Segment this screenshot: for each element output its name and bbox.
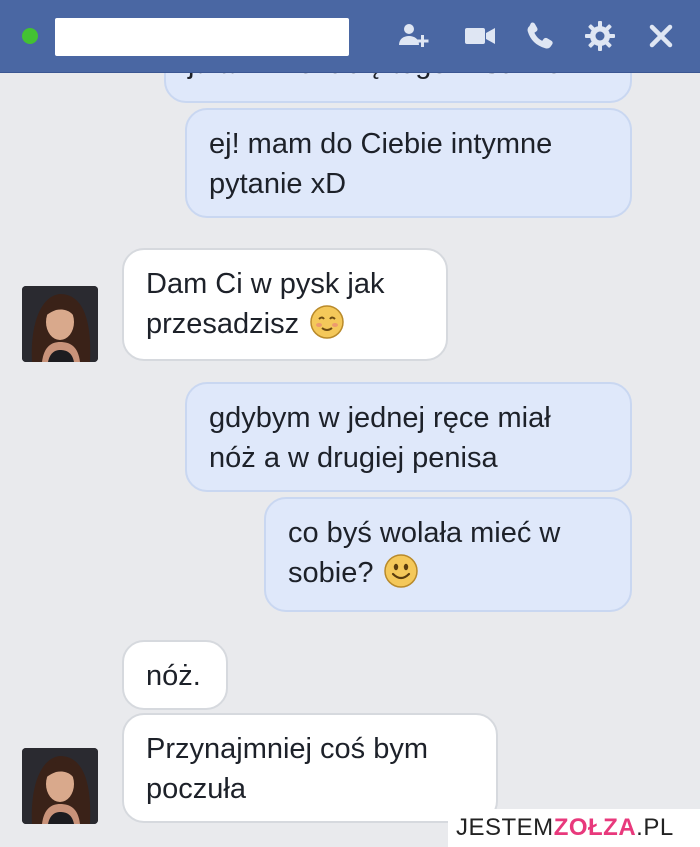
message-bubble-incoming[interactable]: Dam Ci w pysk jak przesadzisz [122,248,448,361]
message-bubble-outgoing[interactable]: gdybym w jednej ręce miał nóż a w drugie… [185,382,632,492]
video-call-icon[interactable] [462,18,498,54]
add-people-icon[interactable] [396,18,432,54]
watermark-part-1: JESTEM [456,814,554,841]
watermark-part-3: .PL [636,814,674,841]
message-text: ja tam nie lubię tego w sumie [188,72,608,84]
blushing-smiley-icon [309,304,345,340]
contact-name-redacted[interactable] [55,18,349,56]
message-text: nóż. [146,660,201,692]
online-status-dot [22,28,38,44]
message-text: Dam Ci w pysk jak przesadzisz [146,268,385,340]
phone-call-icon[interactable] [522,18,558,54]
contact-avatar[interactable] [22,748,98,824]
message-bubble-outgoing[interactable]: ja tam nie lubię tego w sumie [164,72,632,103]
message-text: ej! mam do Ciebie intymne pytanie xD [209,128,553,200]
site-watermark: JESTEM ZOŁZA .PL [448,809,700,847]
contact-avatar[interactable] [22,286,98,362]
smiley-icon [383,553,419,589]
message-text: gdybym w jednej ręce miał nóż a w drugie… [209,402,551,474]
message-bubble-outgoing[interactable]: co byś wolała mieć w sobie? [264,497,632,612]
message-text: Przynajmniej coś bym poczuła [146,733,429,805]
watermark-part-2: ZOŁZA [553,814,637,841]
message-bubble-outgoing[interactable]: ej! mam do Ciebie intymne pytanie xD [185,108,632,218]
close-icon[interactable] [643,18,679,54]
message-text: co byś wolała mieć w sobie? [288,517,561,589]
gear-icon[interactable] [582,18,618,54]
message-list[interactable]: ja tam nie lubię tego w sumie ej! mam do… [0,72,700,847]
message-bubble-incoming[interactable]: nóż. [122,640,228,710]
message-bubble-incoming[interactable]: Przynajmniej coś bym poczuła [122,713,498,823]
chat-header [0,0,700,73]
